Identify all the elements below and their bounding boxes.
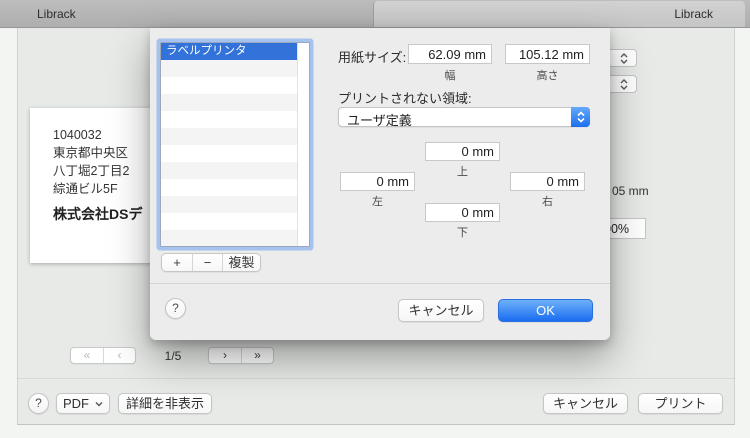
selected-option: ユーザ定義 [347, 113, 412, 128]
add-button[interactable]: + [162, 254, 192, 271]
sheet-cancel-button[interactable]: キャンセル [398, 299, 484, 322]
chevron-down-icon [95, 401, 103, 407]
title-bar: Librack Librack [0, 0, 750, 28]
sheet-help-button[interactable]: ? [165, 298, 186, 319]
print-button[interactable]: プリント [638, 393, 723, 414]
list-item-empty[interactable] [161, 179, 298, 196]
label-preview: 1040032 東京都中央区 八丁堀2丁目2 綜通ビル5F 株式会社DSデ [30, 108, 160, 263]
sheet-separator [150, 283, 610, 284]
hide-details-button[interactable]: 詳細を非表示 [118, 393, 212, 414]
screen: Librack Librack 1040032 東京都中央区 八丁堀2丁目2 綜… [0, 0, 750, 438]
footer-separator [17, 378, 735, 379]
list-item-empty[interactable] [161, 111, 298, 128]
pager-back-group: « ‹ [70, 347, 136, 364]
margin-bottom-field[interactable] [425, 203, 500, 222]
duplicate-button[interactable]: 複製 [222, 254, 260, 271]
pdf-menu-button[interactable]: PDF [56, 393, 110, 414]
background-mm-value: 05 mm [612, 184, 649, 198]
preview-postal-code: 1040032 [53, 128, 102, 142]
paper-height-field[interactable] [505, 44, 590, 64]
last-page-button[interactable]: » [241, 348, 273, 363]
paper-size-label: 用紙サイズ: [338, 50, 407, 65]
nonprintable-area-label: プリントされない領域: [338, 91, 472, 106]
paper-width-field[interactable] [408, 44, 492, 64]
paper-size-list[interactable]: ラベルプリンタ [160, 42, 310, 247]
popup-stepper-icon [571, 107, 590, 127]
list-item-empty[interactable] [161, 230, 298, 246]
list-item-empty[interactable] [161, 77, 298, 94]
sheet-ok-button[interactable]: OK [498, 299, 593, 322]
list-item-empty[interactable] [161, 196, 298, 213]
preview-address-line1: 東京都中央区 [53, 146, 129, 160]
pager-forward-group: › » [208, 347, 274, 364]
preview-address-line3: 綜通ビル5F [53, 182, 118, 196]
margin-top-field[interactable] [425, 142, 500, 161]
first-page-button[interactable]: « [71, 348, 103, 363]
margin-left-field[interactable] [340, 172, 415, 191]
margin-top-caption: 上 [457, 166, 468, 178]
width-caption: 幅 [444, 70, 456, 82]
preview-company-name: 株式会社DSデ [53, 206, 143, 222]
margin-left-caption: 左 [372, 196, 383, 208]
list-item-empty[interactable] [161, 213, 298, 230]
page-position: 1/5 [164, 349, 182, 363]
window-title-left: Librack [37, 7, 76, 21]
list-item-empty[interactable] [161, 145, 298, 162]
preview-address-line2: 八丁堀2丁目2 [53, 164, 130, 178]
list-item-label-printer[interactable]: ラベルプリンタ [161, 43, 298, 60]
list-scrollbar[interactable] [297, 43, 309, 246]
nonprintable-area-select[interactable]: ユーザ定義 [338, 107, 590, 128]
margin-right-caption: 右 [542, 196, 553, 208]
list-action-buttons: + − 複製 [161, 253, 261, 272]
preview-address: 1040032 東京都中央区 八丁堀2丁目2 綜通ビル5F [53, 126, 129, 198]
height-caption: 高さ [536, 70, 559, 82]
list-item-empty[interactable] [161, 60, 298, 77]
remove-button[interactable]: − [192, 254, 222, 271]
cancel-print-button[interactable]: キャンセル [543, 393, 628, 414]
window-title-right: Librack [674, 7, 713, 21]
window-tab-right[interactable]: Librack [373, 1, 745, 27]
custom-paper-size-sheet: ラベルプリンタ 用紙サイズ: 幅 高さ プリントされない領域: ユーザ定義 [150, 28, 610, 340]
margin-right-field[interactable] [510, 172, 585, 191]
help-button[interactable]: ? [28, 393, 49, 414]
previous-page-button[interactable]: ‹ [103, 348, 135, 363]
list-item-empty[interactable] [161, 162, 298, 179]
pdf-menu-label: PDF [63, 396, 89, 411]
list-item-empty[interactable] [161, 94, 298, 111]
margin-bottom-caption: 下 [457, 227, 468, 239]
list-item-empty[interactable] [161, 128, 298, 145]
next-page-button[interactable]: › [209, 348, 241, 363]
